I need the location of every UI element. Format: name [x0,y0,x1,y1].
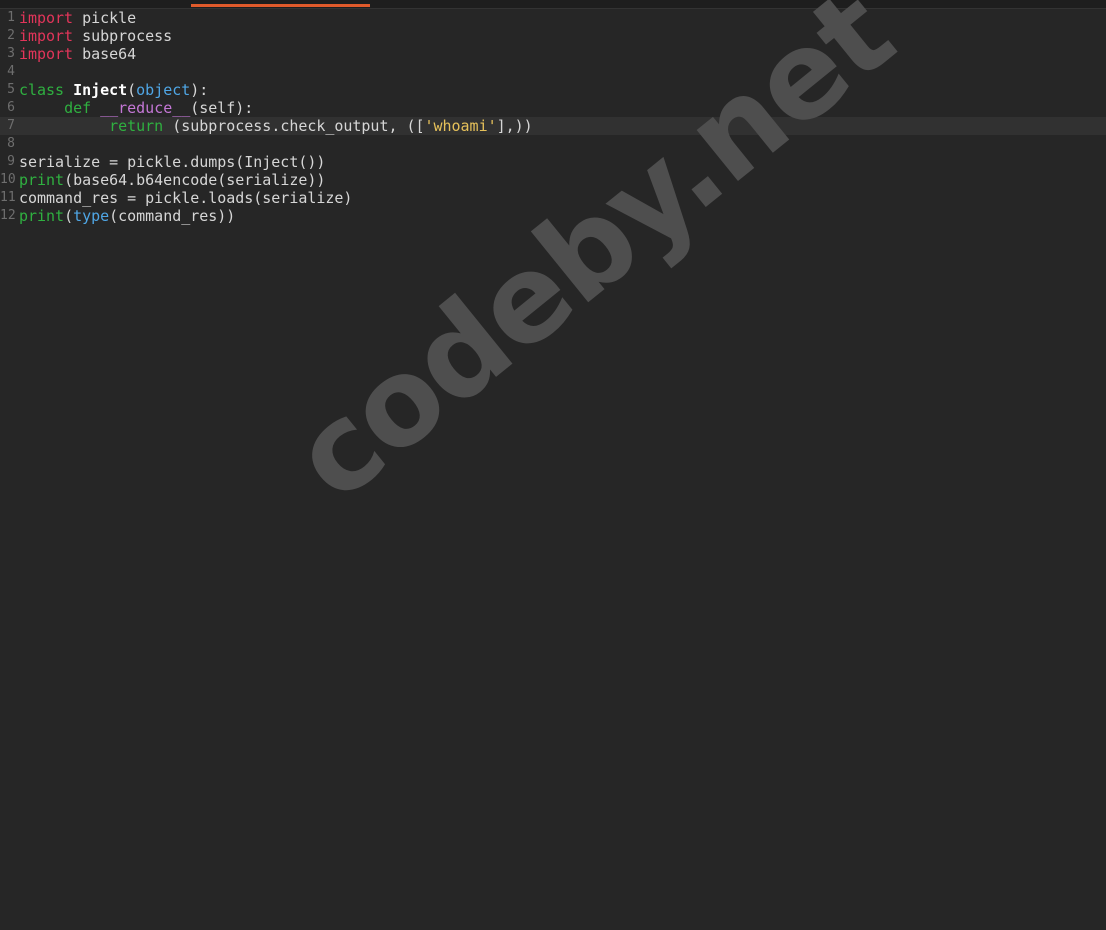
line-number: 12 [0,208,15,223]
code-token: import [19,27,74,45]
code-token: 'whoami' [424,117,497,135]
code-editor[interactable]: 1 import pickle 2 import subprocess 3 import … [0,0,1106,930]
code-token: import [19,45,74,63]
code-token: print [19,207,65,225]
code-token: subprocess [73,27,173,45]
code-token: serialize = pickle.dumps(Inject()) [19,153,326,171]
line-number: 5 [7,82,15,97]
code-token: import [19,9,74,27]
tab-bar [0,0,1106,9]
code-token: Inject [73,81,128,99]
code-token: def [64,99,92,117]
line-number: 6 [7,100,15,115]
code-line[interactable]: 9 serialize = pickle.dumps(Inject()) [0,153,1106,171]
code-token: (subprocess.check_output, ([ [163,117,425,135]
code-line[interactable]: 4 [0,63,1106,81]
code-token: command_res = pickle.loads(serialize) [19,189,353,207]
line-content[interactable]: import subprocess [19,27,172,45]
line-content[interactable]: command_res = pickle.loads(serialize) [19,189,352,207]
code-line[interactable]: 8 [0,135,1106,153]
code-token: pickle [73,9,137,27]
code-token: (self): [190,99,254,117]
line-number: 1 [7,10,15,25]
code-line[interactable]: 7 return (subprocess.check_output, (['wh… [0,117,1106,135]
code-token: __reduce__ [100,99,191,117]
code-line[interactable]: 3 import base64 [0,45,1106,63]
line-number: 11 [0,190,15,205]
line-number: 10 [0,172,15,187]
line-number: 7 [7,118,15,133]
code-line[interactable]: 1 import pickle [0,9,1106,27]
line-content[interactable]: print(type(command_res)) [19,207,235,225]
code-token: ],)) [496,117,533,135]
line-content[interactable]: return (subprocess.check_output, (['whoa… [19,117,533,135]
line-content[interactable]: def __reduce__(self): [19,99,253,117]
code-token: base64 [73,45,137,63]
line-content[interactable]: import pickle [19,9,136,27]
line-content[interactable]: import base64 [19,45,136,63]
code-token: object [136,81,191,99]
code-line[interactable]: 10 print(base64.b64encode(serialize)) [0,171,1106,189]
code-line[interactable]: 5 class Inject(object): [0,81,1106,99]
line-content[interactable]: serialize = pickle.dumps(Inject()) [19,153,325,171]
code-token: type [73,207,110,225]
code-token: (base64.b64encode(serialize)) [64,171,326,189]
line-number: 8 [7,136,15,151]
line-number: 4 [7,64,15,79]
line-content[interactable]: print(base64.b64encode(serialize)) [19,171,325,189]
code-line[interactable]: 2 import subprocess [0,27,1106,45]
code-token: class [19,81,65,99]
code-token: ( [64,207,74,225]
code-token: ): [190,81,209,99]
code-token: return [109,117,164,135]
code-token: print [19,171,65,189]
active-tab-indicator[interactable] [191,4,370,7]
line-number: 3 [7,46,15,61]
line-content[interactable]: class Inject(object): [19,81,208,99]
code-line[interactable]: 6 def __reduce__(self): [0,99,1106,117]
line-number: 2 [7,28,15,43]
line-number: 9 [7,154,15,169]
code-token: (command_res)) [109,207,236,225]
code-token: ( [127,81,137,99]
